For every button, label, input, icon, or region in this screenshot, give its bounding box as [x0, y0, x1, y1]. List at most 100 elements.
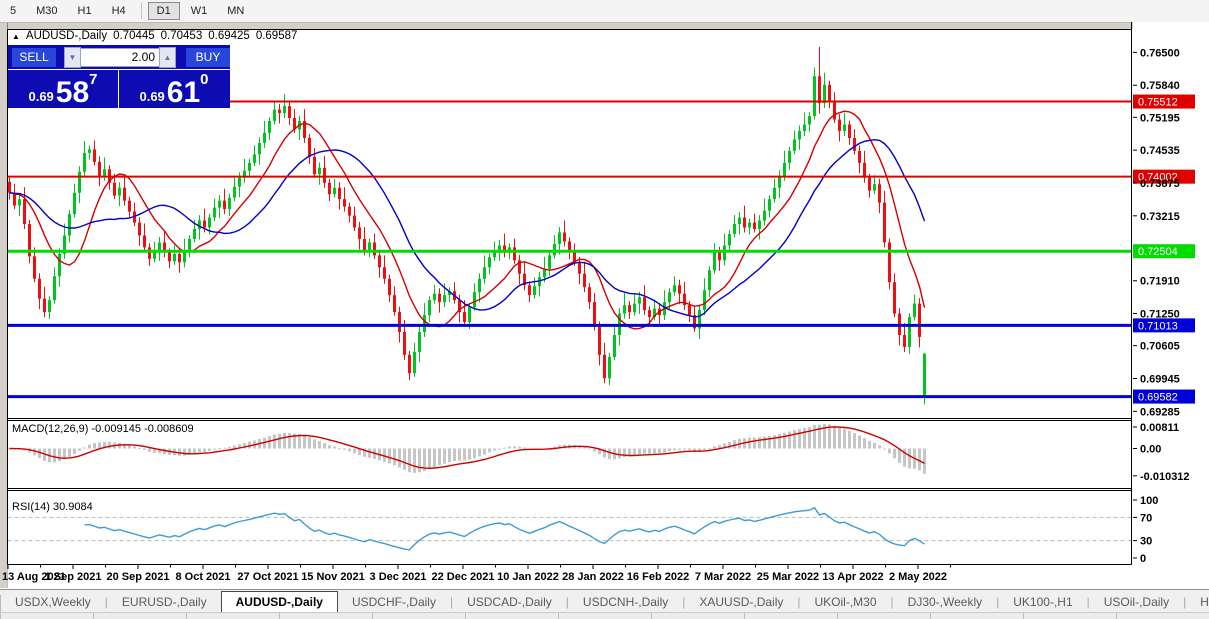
buy-price-display[interactable]: 0.69 61 0: [119, 70, 229, 109]
y-axis-label: 0.76500: [1140, 47, 1180, 59]
chart-title: ▲ AUDUSD-,Daily 0.70445 0.70453 0.69425 …: [12, 30, 297, 42]
candle-body: [743, 218, 746, 228]
candle-body: [173, 254, 176, 261]
strip-divider: [93, 613, 94, 619]
candle-body: [753, 223, 756, 229]
candle-body: [213, 208, 216, 218]
candle-body: [343, 199, 346, 206]
macd-histogram-bar: [208, 449, 211, 451]
candle-body: [128, 201, 131, 212]
candle-body: [313, 157, 316, 174]
tab-usdchf-daily[interactable]: USDCHF-,Daily: [338, 592, 450, 613]
x-axis-label: 28 Jan 2022: [562, 571, 624, 583]
macd-histogram-bar: [748, 438, 751, 449]
timeframe-button-h4[interactable]: H4: [103, 2, 135, 20]
candle-body: [218, 201, 221, 208]
macd-histogram-bar: [643, 449, 646, 454]
collapse-arrow-icon[interactable]: ▲: [12, 32, 20, 41]
tab-hk50-h1[interactable]: HK50-,H1: [1186, 592, 1209, 613]
tab-usdcnh-daily[interactable]: USDCNH-,Daily: [569, 592, 682, 613]
macd-histogram-bar: [303, 435, 306, 448]
timeframe-button-5[interactable]: 5: [1, 2, 25, 20]
tab-eurusd-daily[interactable]: EURUSD-,Daily: [108, 592, 221, 613]
candle-body: [628, 305, 631, 312]
timeframe-button-d1[interactable]: D1: [148, 2, 180, 20]
tab-dj30-weekly[interactable]: DJ30-,Weekly: [894, 592, 996, 613]
candle-body: [473, 292, 476, 307]
volume-decrease-button[interactable]: ▼: [64, 47, 81, 68]
timeframe-button-m30[interactable]: M30: [27, 2, 66, 20]
candle-body: [138, 223, 141, 236]
candle-body: [73, 193, 76, 214]
tab-usdx-weekly[interactable]: USDX,Weekly: [1, 592, 105, 613]
macd-histogram-bar: [593, 449, 596, 452]
candle-body: [593, 302, 596, 327]
candle-body: [193, 229, 196, 239]
macd-histogram-bar: [393, 449, 396, 466]
strip-divider: [930, 613, 931, 619]
tab-usdcad-daily[interactable]: USDCAD-,Daily: [453, 592, 566, 613]
rsi-scale-label: 0: [1140, 553, 1146, 565]
timeframe-button-w1[interactable]: W1: [182, 2, 217, 20]
macd-histogram-bar: [508, 447, 511, 449]
buy-price-prefix: 0.69: [139, 90, 164, 106]
strip-divider: [465, 613, 466, 619]
macd-histogram-bar: [473, 449, 476, 459]
tab-ukoil-m30[interactable]: UKOil-,M30: [801, 592, 891, 613]
tab-usoil-daily[interactable]: USOil-,Daily: [1090, 592, 1183, 613]
tab-uk100-h1[interactable]: UK100-,H1: [999, 592, 1086, 613]
sell-price-main: 58: [56, 79, 89, 106]
candle-body: [788, 151, 791, 163]
macd-scale-label: 0.00: [1140, 444, 1161, 456]
candle-body: [58, 254, 61, 276]
candle-body: [428, 300, 431, 315]
timeframe-button-h1[interactable]: H1: [69, 2, 101, 20]
x-axis-label: 16 Feb 2022: [627, 571, 689, 583]
timeframe-button-mn[interactable]: MN: [218, 2, 253, 20]
macd-histogram-bar: [648, 449, 651, 454]
candle-body: [93, 149, 96, 161]
candle-body: [353, 216, 356, 228]
macd-histogram-bar: [608, 449, 611, 460]
tab-xauusd-daily[interactable]: XAUUSD-,Daily: [685, 592, 797, 613]
candle-body: [893, 282, 896, 313]
macd-histogram-bar: [663, 449, 666, 453]
macd-histogram-bar: [138, 448, 141, 449]
plot-background[interactable]: [8, 29, 1132, 588]
candle-body: [228, 198, 231, 209]
x-axis-label: 27 Oct 2021: [237, 571, 298, 583]
tab-audusd-daily[interactable]: AUDUSD-,Daily: [221, 591, 338, 613]
x-axis-label: 10 Jan 2022: [497, 571, 559, 583]
sell-price-display[interactable]: 0.69 58 7: [8, 70, 119, 109]
candle-body: [378, 255, 381, 267]
macd-histogram-bar: [408, 449, 411, 473]
candle-body: [608, 357, 611, 378]
macd-histogram-bar: [658, 449, 661, 454]
buy-button[interactable]: BUY: [186, 48, 230, 67]
macd-histogram-bar: [308, 437, 311, 448]
chart-symbol-label: AUDUSD-,Daily: [26, 30, 107, 42]
macd-histogram-bar: [513, 446, 516, 448]
candle-body: [53, 276, 56, 300]
macd-scale-label: -0.010312: [1140, 471, 1190, 483]
candle-body: [798, 131, 801, 139]
volume-input[interactable]: [81, 48, 159, 67]
sell-price-prefix: 0.69: [28, 90, 53, 106]
x-axis-label: 13 Apr 2022: [822, 571, 883, 583]
macd-histogram-bar: [813, 425, 816, 449]
candle-body: [98, 162, 101, 176]
macd-histogram-bar: [58, 449, 61, 462]
candle-body: [278, 110, 281, 113]
sell-button[interactable]: SELL: [12, 48, 56, 67]
macd-histogram-bar: [878, 445, 881, 448]
macd-histogram-bar: [88, 445, 91, 449]
candle-body: [843, 125, 846, 131]
macd-histogram-bar: [438, 449, 441, 466]
macd-histogram-bar: [858, 436, 861, 449]
candle-body: [418, 332, 421, 352]
strip-divider: [837, 613, 838, 619]
volume-increase-button[interactable]: ▲: [159, 47, 176, 68]
toolbar-separator: [141, 3, 142, 19]
macd-histogram-bar: [108, 442, 111, 449]
y-axis-label: 0.74535: [1140, 145, 1180, 157]
